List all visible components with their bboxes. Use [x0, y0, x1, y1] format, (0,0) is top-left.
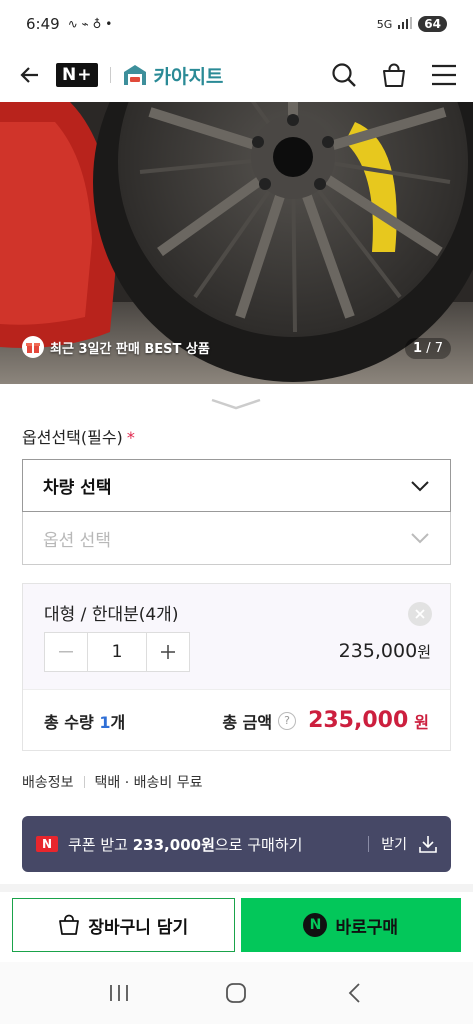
shopping-bag-icon [383, 63, 405, 87]
download-icon [419, 836, 437, 853]
naver-n-icon: N [36, 836, 58, 852]
system-back-button[interactable] [334, 973, 374, 1013]
total-amount-label: 총 금액 [222, 712, 273, 732]
gift-icon [22, 336, 44, 358]
close-icon [415, 609, 425, 619]
hamburger-icon [432, 64, 456, 86]
menu-button[interactable] [429, 60, 459, 90]
sheet-handle[interactable] [210, 396, 262, 410]
total-amount: 총 금액 ? 235,000 원 [222, 708, 429, 733]
network-label: 5G [376, 17, 393, 31]
required-mark: * [126, 428, 135, 447]
chevron-down-icon [211, 398, 261, 410]
recent-apps-button[interactable] [99, 973, 139, 1013]
option-select[interactable]: 옵션 선택 [22, 512, 451, 565]
help-icon[interactable]: ? [278, 711, 297, 730]
increase-quantity-button[interactable] [147, 633, 189, 671]
arrow-left-icon [20, 67, 38, 83]
system-navigation-bar [0, 962, 473, 1024]
best-badge-text: 최근 3일간 판매 BEST 상품 [50, 341, 210, 357]
shipping-label: 배송정보 [22, 775, 74, 791]
coupon-price: 233,000원 [132, 835, 215, 854]
best-product-badge: 최근 3일간 판매 BEST 상품 [22, 336, 210, 358]
minus-icon [59, 651, 73, 653]
carousel-page-indicator: 1 / 7 [405, 338, 451, 359]
chevron-down-icon [411, 480, 429, 491]
search-icon [332, 63, 356, 87]
carousel-current-page: 1 [413, 341, 423, 356]
option-price: 235,000원 [339, 640, 431, 662]
total-quantity-unit: 개 [110, 712, 126, 732]
coupon-receive-button[interactable]: 받기 [381, 834, 407, 854]
back-button[interactable] [14, 59, 46, 91]
chevron-left-icon [348, 983, 360, 1003]
store-name: 카아지트 [153, 65, 224, 88]
nplus-logo[interactable]: N+ [56, 63, 99, 87]
signal-icon [398, 16, 413, 32]
garage-icon [124, 65, 147, 85]
home-button[interactable] [216, 973, 256, 1013]
buy-now-button[interactable]: N 바로구매 [240, 898, 461, 952]
shopping-bag-icon [59, 914, 80, 935]
option-select-label: 옵션 선택 [43, 530, 111, 551]
plus-icon [161, 645, 175, 659]
home-icon [226, 983, 247, 1003]
notification-icons: ∿ ⌁ ♁ • [67, 17, 113, 31]
section-divider [0, 884, 473, 892]
vehicle-select-label: 차량 선택 [43, 478, 112, 498]
total-amount-value: 235,000 [308, 708, 409, 733]
option-section-title: 옵션선택(필수) * [22, 424, 135, 448]
battery-icon: 64 [418, 16, 447, 32]
coupon-divider [368, 836, 370, 852]
vehicle-select[interactable]: 차량 선택 [22, 459, 451, 512]
coupon-text-suffix: 으로 구매하기 [214, 835, 303, 854]
header-divider [110, 67, 112, 83]
shipping-divider [83, 776, 85, 788]
option-price-unit: 원 [417, 643, 431, 661]
total-quantity: 총 수량 1개 [44, 709, 125, 733]
remove-option-button[interactable] [408, 602, 432, 626]
top-header: N+ 카아지트 [0, 48, 473, 102]
coupon-banner[interactable]: N 쿠폰 받고 233,000원으로 구매하기 받기 [22, 816, 451, 872]
selected-option-name: 대형 / 한대분(4개) [44, 605, 179, 625]
add-to-cart-label: 장바구니 담기 [88, 917, 189, 938]
coupon-text: 쿠폰 받고 233,000원으로 구매하기 [68, 834, 302, 855]
quantity-stepper: 1 [44, 632, 190, 672]
chevron-down-icon [411, 533, 429, 544]
shipping-value: 택배 · 배송비 무료 [94, 775, 203, 791]
total-quantity-label: 총 수량 [44, 712, 94, 732]
selected-option-card: 대형 / 한대분(4개) 1 235,000원 총 수량 1개 총 금액 ? 2… [22, 583, 451, 751]
total-quantity-value: 1 [99, 712, 111, 732]
carousel-total-pages: / 7 [426, 341, 443, 356]
search-button[interactable] [329, 60, 359, 90]
add-to-cart-button[interactable]: 장바구니 담기 [12, 898, 235, 952]
shipping-info: 배송정보 택배 · 배송비 무료 [22, 772, 203, 792]
total-amount-unit: 원 [414, 712, 429, 732]
store-logo[interactable]: 카아지트 [123, 62, 223, 89]
recent-apps-icon [109, 985, 128, 1001]
cart-button[interactable] [379, 60, 409, 90]
buy-now-label: 바로구매 [335, 917, 399, 938]
option-price-value: 235,000 [338, 640, 418, 662]
quantity-value[interactable]: 1 [87, 633, 147, 671]
option-title-text: 옵션선택(필수) [22, 428, 123, 447]
naver-pay-icon: N [303, 913, 328, 937]
purchase-action-bar: 장바구니 담기 N 바로구매 [0, 892, 473, 960]
status-time: 6:49 [26, 15, 60, 33]
coupon-text-prefix: 쿠폰 받고 [68, 835, 128, 854]
decrease-quantity-button[interactable] [45, 633, 87, 671]
status-bar: 6:49 ∿ ⌁ ♁ • 5G 64 [0, 0, 473, 48]
